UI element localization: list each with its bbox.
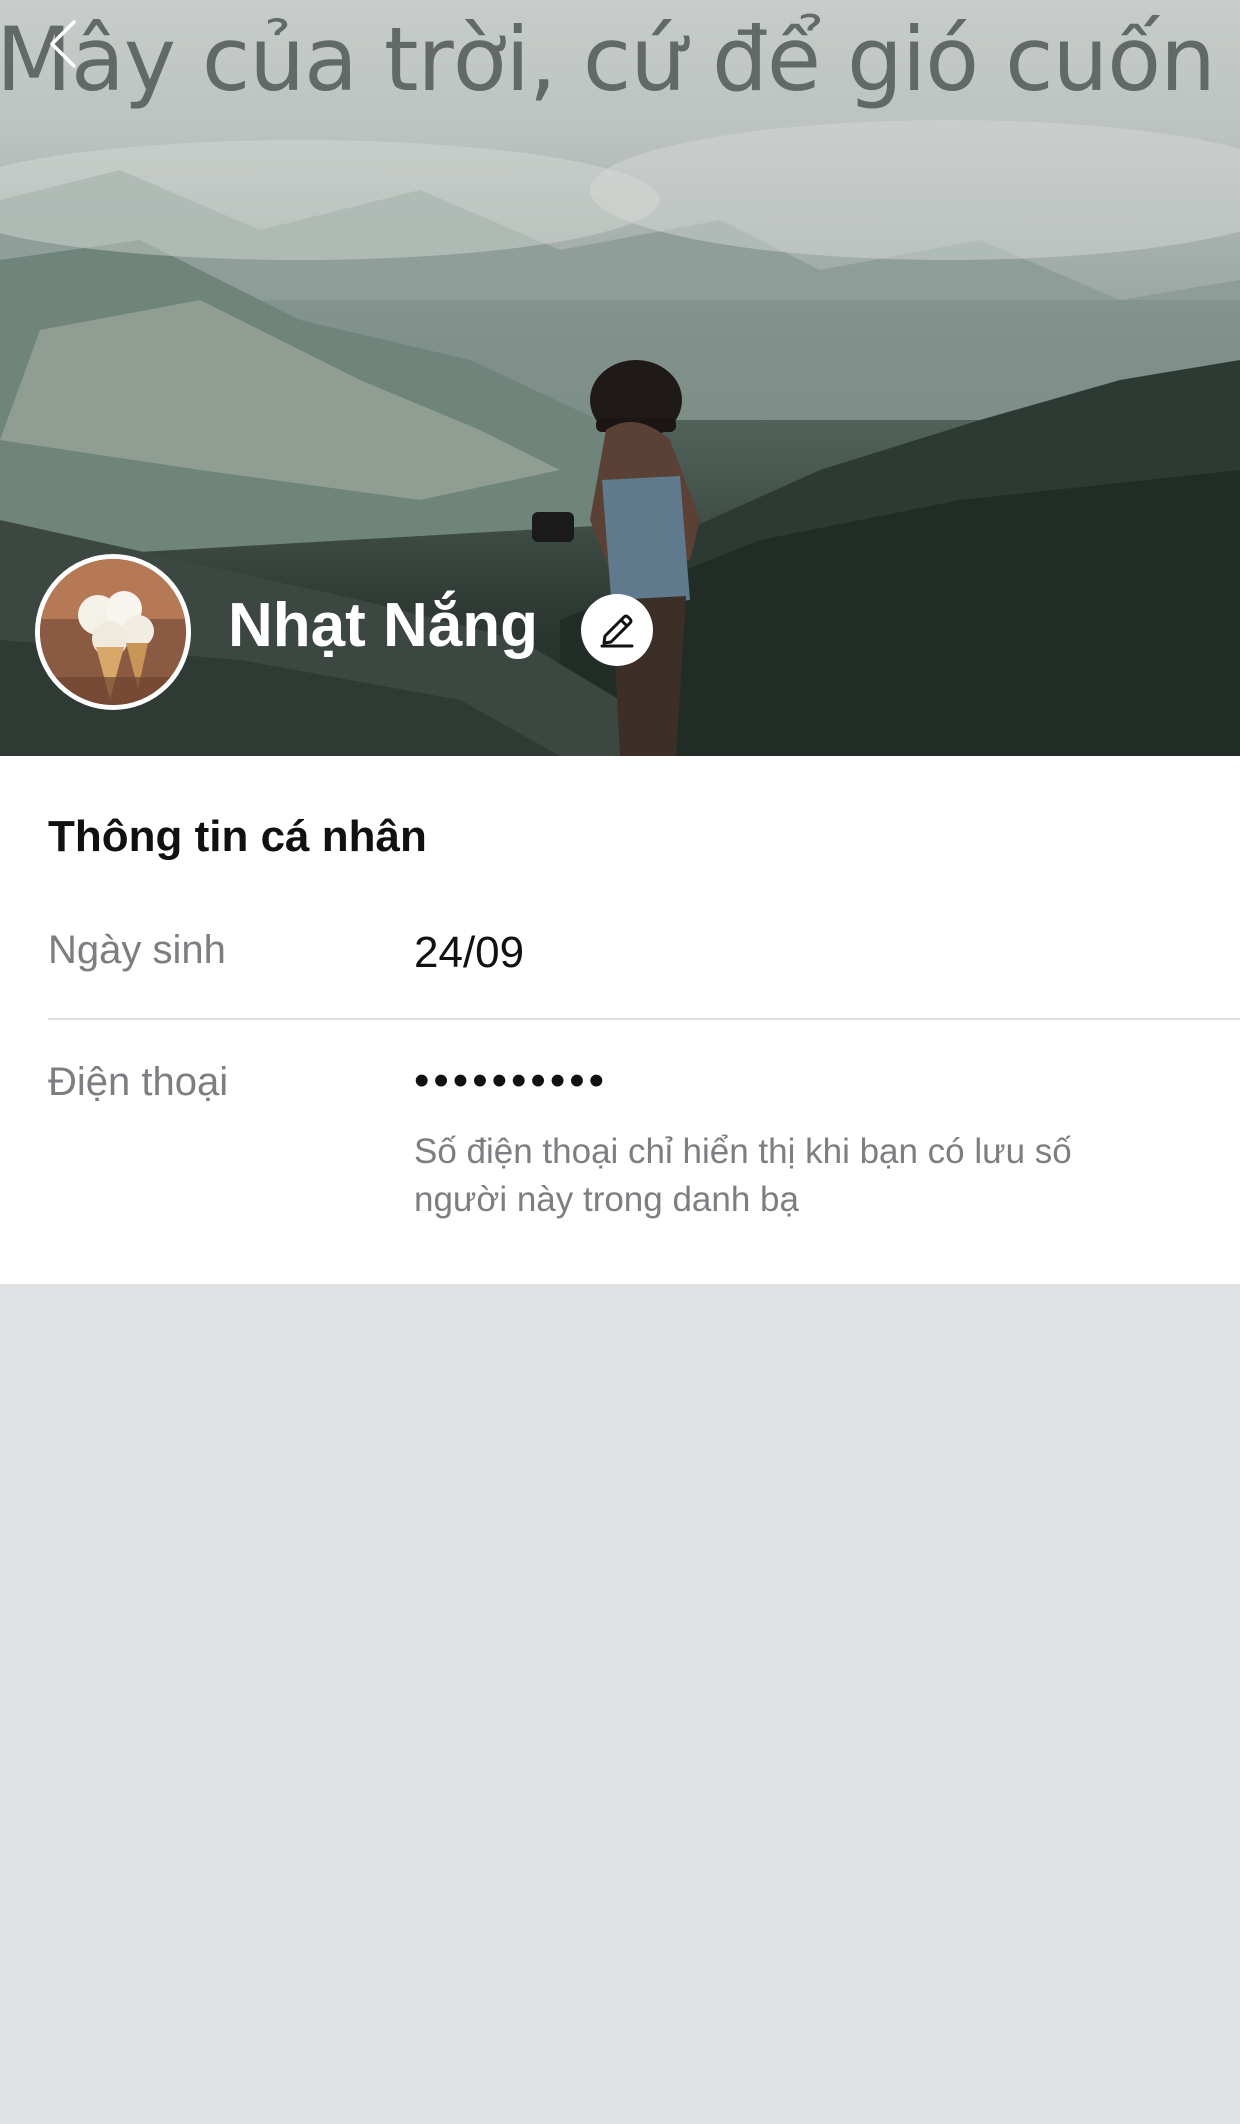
cover-photo[interactable]: Mây của trời, cứ để gió cuốn đi Nhạt Nắn… xyxy=(0,0,1240,756)
profile-name: Nhạt Nắng xyxy=(228,591,538,660)
phone-label: Điện thoại xyxy=(48,1060,229,1104)
birthday-value: 24/09 xyxy=(414,928,525,977)
section-title: Thông tin cá nhân xyxy=(48,812,427,861)
pencil-icon xyxy=(600,614,634,648)
divider xyxy=(48,1018,1240,1020)
birthday-label: Ngày sinh xyxy=(48,928,226,972)
edit-name-button[interactable] xyxy=(581,594,653,666)
chevron-left-icon xyxy=(50,20,76,68)
cover-caption: Mây của trời, cứ để gió cuốn đi xyxy=(0,8,1240,111)
avatar-image xyxy=(40,559,186,705)
phone-visibility-note: Số điện thoại chỉ hiển thị khi bạn có lư… xyxy=(414,1132,1072,1219)
phone-value: •••••••••• xyxy=(414,1056,609,1105)
back-button[interactable] xyxy=(40,14,90,74)
personal-info-card: Thông tin cá nhân Ngày sinh 24/09 Điện t… xyxy=(0,756,1240,1284)
avatar[interactable] xyxy=(35,554,191,710)
